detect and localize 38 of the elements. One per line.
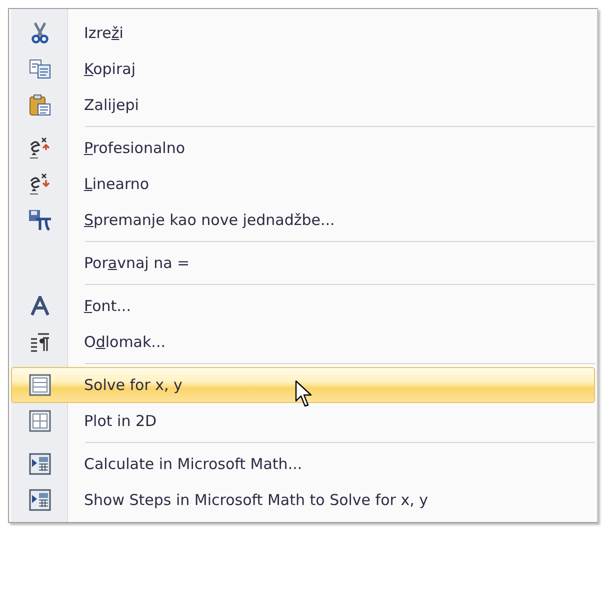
pi-icon xyxy=(28,209,52,231)
letter-icon xyxy=(30,296,50,316)
scissors-icon xyxy=(31,22,49,44)
menu-item[interactable]: Profesionalno xyxy=(11,130,595,166)
calculator-icon xyxy=(29,489,51,511)
menu-item-label: Font... xyxy=(84,297,131,315)
menu-item[interactable]: Show Steps in Microsoft Math to Solve for x, y xyxy=(11,482,595,518)
calculator-icon xyxy=(29,453,51,475)
menu-item-label: Izreži xyxy=(84,24,124,42)
menu-item[interactable]: Calculate in Microsoft Math... xyxy=(11,446,595,482)
list-icon xyxy=(29,374,51,396)
menu-item-label: Spremanje kao nove jednadžbe... xyxy=(84,211,335,229)
menu-item-label: Solve for x, y xyxy=(84,376,182,394)
menu-item-label: Odlomak... xyxy=(84,333,166,351)
menu-item[interactable]: Font... xyxy=(11,288,595,324)
menu-item-label: Calculate in Microsoft Math... xyxy=(84,455,302,473)
equation-icon xyxy=(28,135,52,161)
menu-item-label: Plot in 2D xyxy=(84,412,157,430)
equation-icon xyxy=(28,171,52,197)
mouse-pointer-icon xyxy=(295,380,313,408)
paragraph-icon xyxy=(30,332,50,352)
menu-item[interactable]: Linearno xyxy=(11,166,595,202)
menu-item-label: Linearno xyxy=(84,175,150,193)
menu-item[interactable]: Plot in 2D xyxy=(11,403,595,439)
paste-icon xyxy=(29,94,51,116)
menu-item[interactable]: Spremanje kao nove jednadžbe... xyxy=(11,202,595,238)
menu-item-label: Show Steps in Microsoft Math to Solve for x, y xyxy=(84,491,428,509)
grid-icon xyxy=(29,410,51,432)
menu-item[interactable]: Poravnaj na = xyxy=(11,245,595,281)
menu-item-label: Zalijepi xyxy=(84,96,139,114)
menu-item-label: Kopiraj xyxy=(84,60,136,78)
menu-item[interactable]: Odlomak... xyxy=(11,324,595,360)
menu-item[interactable]: Izreži xyxy=(11,15,595,51)
copy-icon xyxy=(29,59,51,79)
menu-item[interactable]: Zalijepi xyxy=(11,87,595,123)
menu-item-label: Profesionalno xyxy=(84,139,186,157)
menu-item-label: Poravnaj na = xyxy=(84,254,190,272)
menu-item[interactable]: Kopiraj xyxy=(11,51,595,87)
